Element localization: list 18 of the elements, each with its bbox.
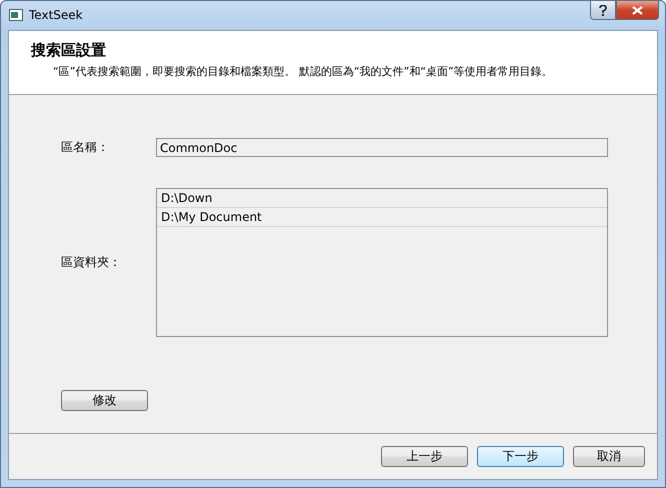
folders-label: 區資料夾： <box>61 254 122 271</box>
help-icon <box>599 4 607 16</box>
modify-button[interactable]: 修改 <box>61 390 148 411</box>
footer-button[interactable]: 下一步 <box>477 446 564 467</box>
name-label: 區名稱： <box>61 139 110 156</box>
close-button[interactable] <box>616 1 659 20</box>
footer-button[interactable]: 上一步 <box>381 446 468 467</box>
name-field[interactable]: CommonDoc <box>156 138 608 157</box>
help-button[interactable] <box>590 1 616 20</box>
close-icon <box>632 6 643 14</box>
footer-button[interactable]: 取消 <box>573 446 645 467</box>
app-icon <box>9 9 23 21</box>
window-title: TextSeek <box>29 8 84 22</box>
folder-list[interactable]: D:\Down D:\My Document <box>156 188 608 337</box>
folder-item[interactable]: D:\Down <box>157 189 607 208</box>
page-title: 搜索區設置 <box>31 41 107 60</box>
page-description: “區”代表搜索範圍，即要搜索的目錄和檔案類型。 默認的區為“我的文件”和“桌面”等使用者常用目錄。 <box>53 64 554 79</box>
folder-item[interactable]: D:\My Document <box>157 208 607 227</box>
